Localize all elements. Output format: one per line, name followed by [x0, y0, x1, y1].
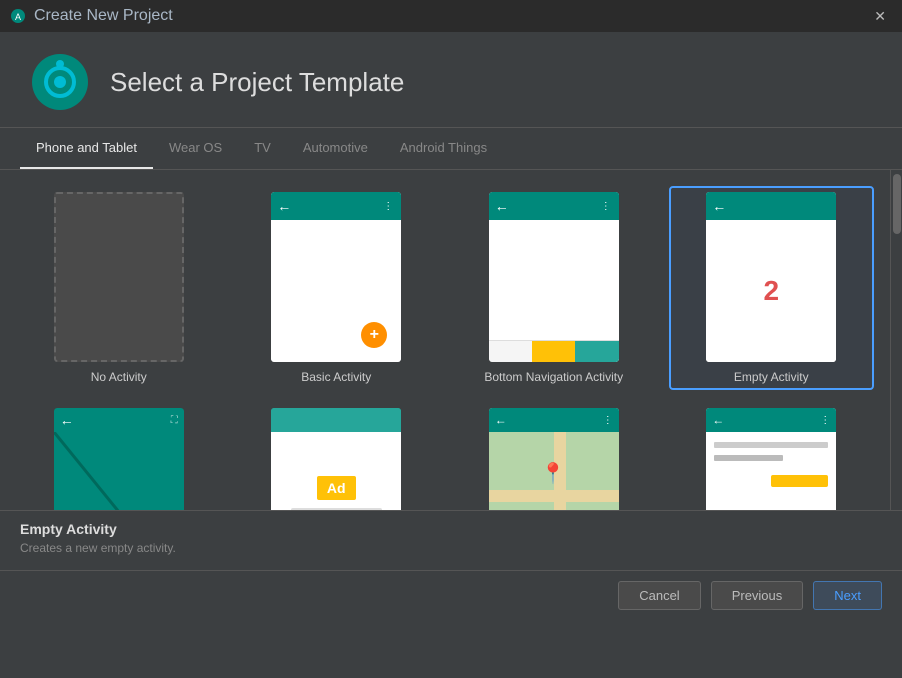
template-preview-login: ← ⋮ [706, 408, 836, 510]
nav-item-1 [489, 341, 532, 362]
template-maps[interactable]: ← ⋮ 📍 Google Maps Activity [451, 402, 657, 510]
template-preview-basic: ← ⋮ + [271, 192, 401, 362]
fullscreen-mockup: ← ⛶ [54, 408, 184, 510]
dialog-header: Select a Project Template [0, 32, 902, 128]
login-top-bar: ← ⋮ [706, 408, 836, 432]
back-arrow-icon: ← [277, 198, 291, 214]
tab-phone-tablet[interactable]: Phone and Tablet [20, 128, 153, 169]
maps-body: 📍 [489, 432, 619, 510]
login-button-row [714, 471, 828, 487]
login-submit-button [771, 475, 828, 487]
tab-automotive[interactable]: Automotive [287, 128, 384, 169]
template-preview-maps: ← ⋮ 📍 [489, 408, 619, 510]
template-no-activity[interactable]: No Activity [16, 186, 222, 390]
template-label-bottom-nav: Bottom Navigation Activity [484, 370, 623, 384]
maps-top-bar: ← ⋮ [489, 408, 619, 432]
admob-mockup: Ad [271, 408, 401, 510]
admob-body: Ad [271, 432, 401, 510]
back-arrow-icon: ← [495, 198, 509, 214]
template-label-basic: Basic Activity [301, 370, 371, 384]
template-preview-fullscreen: ← ⛶ [54, 408, 184, 510]
template-grid: No Activity ← ⋮ + Basic Activity [0, 170, 890, 510]
dialog-title: Select a Project Template [110, 67, 404, 98]
template-label-no-activity: No Activity [91, 370, 147, 384]
back-arrow-icon: ← [495, 413, 507, 427]
dialog-footer: Cancel Previous Next [0, 570, 902, 620]
number-badge-2: 2 [763, 275, 779, 307]
bottom-nav-content [489, 220, 619, 340]
scrollbar[interactable] [890, 170, 902, 510]
empty-activity-body: 2 [706, 220, 836, 362]
login-username-field [714, 442, 828, 448]
template-empty-activity[interactable]: ← 2 Empty Activity [669, 186, 875, 390]
maps-mockup: ← ⋮ 📍 [489, 408, 619, 510]
scroll-thumb[interactable] [893, 174, 901, 234]
cancel-button[interactable]: Cancel [618, 581, 700, 610]
expand-icon: ⛶ [171, 415, 178, 426]
phone-bar-basic: ← ⋮ [271, 192, 401, 220]
admob-top-bar [271, 408, 401, 432]
template-info-panel: Empty Activity Creates a new empty activ… [0, 510, 902, 570]
template-label-empty: Empty Activity [734, 370, 809, 384]
template-preview-empty: ← 2 [706, 192, 836, 362]
tab-wear-os[interactable]: Wear OS [153, 128, 238, 169]
titlebar: A Create New Project ✕ [0, 0, 902, 32]
bottom-nav-bar [489, 340, 619, 362]
login-password-field [714, 455, 782, 461]
basic-activity-mockup: ← ⋮ + [271, 192, 401, 362]
admob-text-lines [291, 508, 382, 510]
bottom-nav-mockup: ← ⋮ [489, 192, 619, 362]
no-activity-preview-image [54, 192, 184, 362]
next-button[interactable]: Next [813, 581, 882, 610]
login-mockup: ← ⋮ [706, 408, 836, 510]
template-basic-activity[interactable]: ← ⋮ + Basic Activity [234, 186, 440, 390]
template-bottom-nav[interactable]: ← ⋮ Bottom Navigation Activity [451, 186, 657, 390]
admob-line-1 [291, 508, 382, 510]
app-icon: A [10, 8, 26, 24]
template-admob[interactable]: Ad Google AdMob Ads Activity [234, 402, 440, 510]
login-body [706, 432, 836, 510]
selected-template-description: Creates a new empty activity. [20, 541, 882, 555]
tab-tv[interactable]: TV [238, 128, 287, 169]
titlebar-left: A Create New Project [10, 7, 173, 25]
menu-dots-icon: ⋮ [601, 201, 613, 212]
previous-button[interactable]: Previous [711, 581, 804, 610]
template-fullscreen[interactable]: ← ⛶ Fullscreen Activity [16, 402, 222, 510]
menu-dots-icon: ⋮ [383, 201, 395, 212]
ad-badge: Ad [317, 476, 356, 500]
selected-template-title: Empty Activity [20, 521, 882, 537]
template-preview-admob: Ad [271, 408, 401, 510]
fullscreen-bar: ← ⛶ [54, 408, 184, 432]
main-content: No Activity ← ⋮ + Basic Activity [0, 170, 902, 510]
empty-activity-top-bar: ← [706, 192, 836, 220]
category-tabs: Phone and Tablet Wear OS TV Automotive A… [0, 128, 902, 170]
nav-item-3 [575, 341, 618, 362]
diagonal-line-graphic [54, 432, 184, 510]
template-login[interactable]: ← ⋮ Login Activity [669, 402, 875, 510]
android-studio-logo [30, 52, 90, 112]
close-button[interactable]: ✕ [868, 6, 892, 27]
back-arrow-icon: ← [712, 413, 724, 427]
tab-android-things[interactable]: Android Things [384, 128, 503, 169]
back-arrow-icon: ← [712, 198, 726, 214]
menu-dots-icon: ⋮ [820, 415, 830, 426]
back-arrow-icon: ← [60, 412, 74, 428]
fab-icon: + [361, 322, 387, 348]
svg-text:A: A [15, 12, 21, 22]
template-preview-no-activity [54, 192, 184, 362]
basic-content: + [271, 220, 401, 362]
nav-item-2 [532, 341, 575, 362]
fullscreen-content [54, 432, 184, 510]
phone-bar-bottom-nav: ← ⋮ [489, 192, 619, 220]
menu-dots-icon: ⋮ [603, 415, 613, 426]
titlebar-title: Create New Project [34, 7, 173, 25]
empty-activity-mockup: ← 2 [706, 192, 836, 362]
map-pin-icon: 📍 [541, 461, 566, 486]
template-preview-bottom-nav: ← ⋮ [489, 192, 619, 362]
